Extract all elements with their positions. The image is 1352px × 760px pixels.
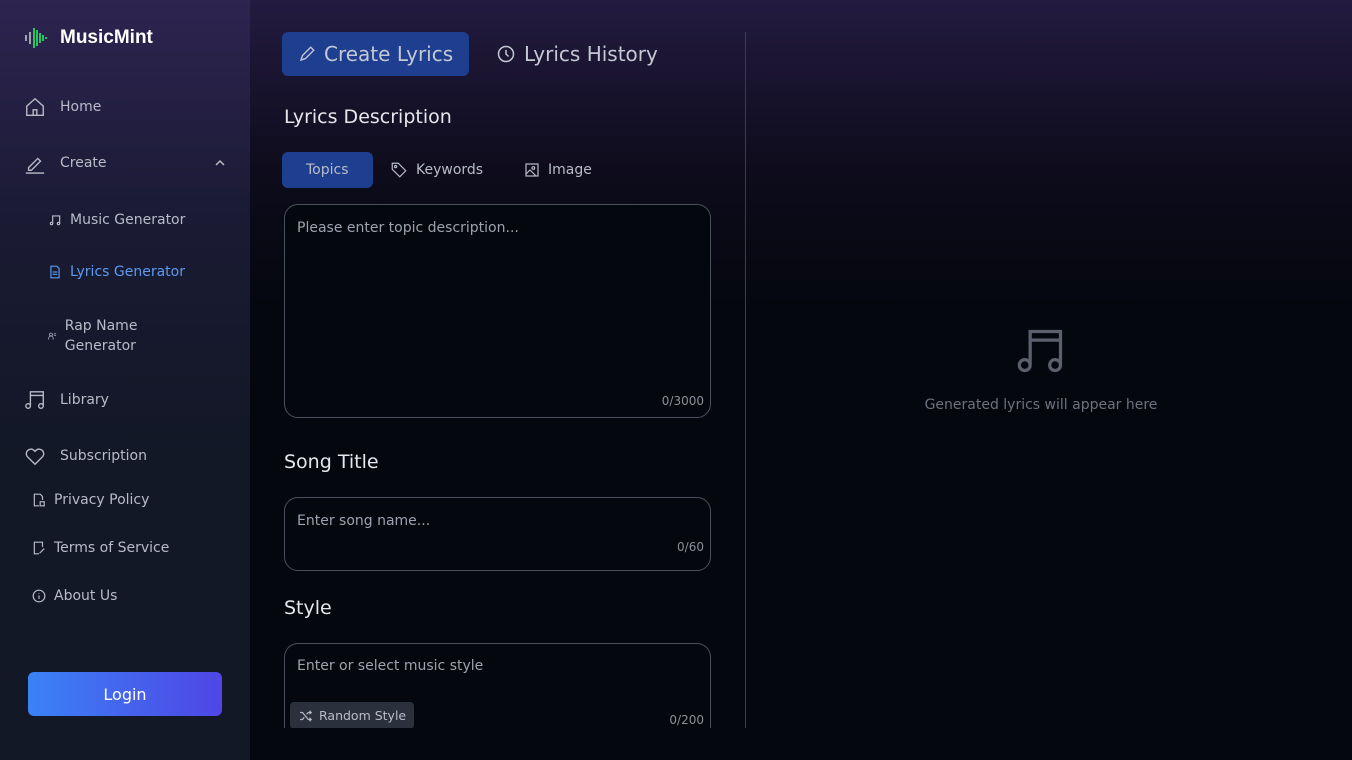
style-char-count: 0/200 bbox=[669, 713, 704, 727]
song-char-count: 0/60 bbox=[677, 540, 704, 554]
sidebar-item-terms-of-service[interactable]: Terms of Service bbox=[32, 540, 169, 556]
song-title-input[interactable]: Enter song name... 0/60 bbox=[284, 497, 711, 571]
empty-output-state: Generated lyrics will appear here bbox=[924, 325, 1158, 413]
sidebar-item-label: Privacy Policy bbox=[54, 492, 150, 508]
music-note-icon bbox=[25, 391, 44, 409]
sidebar-item-label: Rap Name Generator bbox=[64, 318, 138, 354]
subtab-image[interactable]: Image bbox=[512, 152, 604, 188]
song-placeholder: Enter song name... bbox=[297, 513, 431, 529]
music-note-icon bbox=[1017, 329, 1063, 373]
file-edit-icon bbox=[33, 541, 45, 555]
main-content: Create Lyrics Lyrics History Lyrics Desc… bbox=[250, 0, 1352, 760]
topic-description-input[interactable]: Please enter topic description... 0/3000 bbox=[284, 204, 711, 418]
subtab-topics[interactable]: Topics bbox=[282, 152, 373, 188]
sidebar-item-label: Create bbox=[60, 155, 107, 171]
sidebar: MusicMint Home Create Music Generator Ly… bbox=[0, 0, 250, 760]
random-style-label: Random Style bbox=[319, 708, 407, 723]
app-name: MusicMint bbox=[60, 27, 153, 48]
subtab-keywords[interactable]: Keywords bbox=[378, 152, 495, 188]
topic-char-count: 0/3000 bbox=[661, 394, 704, 408]
sidebar-item-label: Home bbox=[60, 99, 102, 115]
song-title-heading: Song Title bbox=[284, 451, 379, 473]
tab-label: Create Lyrics bbox=[324, 42, 454, 66]
sidebar-item-label: About Us bbox=[54, 588, 118, 604]
info-icon bbox=[32, 589, 46, 603]
panel-divider bbox=[745, 32, 746, 728]
subtab-label: Topics bbox=[306, 162, 349, 178]
clock-icon bbox=[497, 45, 515, 63]
user-list-icon bbox=[48, 332, 57, 340]
tab-create-lyrics[interactable]: Create Lyrics bbox=[282, 32, 470, 76]
login-button[interactable]: Login bbox=[28, 672, 222, 716]
waveform-logo-icon bbox=[25, 28, 47, 48]
heart-icon bbox=[25, 448, 45, 466]
sidebar-item-label: Subscription bbox=[60, 448, 147, 464]
sidebar-item-label: Terms of Service bbox=[54, 540, 170, 556]
sidebar-item-library[interactable]: Library bbox=[24, 389, 109, 411]
sidebar-item-subscription[interactable]: Subscription bbox=[24, 445, 147, 467]
tab-lyrics-history[interactable]: Lyrics History bbox=[480, 32, 674, 76]
style-placeholder: Enter or select music style bbox=[297, 658, 484, 674]
document-icon bbox=[50, 265, 60, 279]
sidebar-item-music-generator[interactable]: Music Generator bbox=[48, 212, 185, 228]
sidebar-item-create[interactable]: Create bbox=[24, 152, 226, 174]
chevron-up-icon bbox=[215, 159, 225, 166]
pencil-icon bbox=[25, 157, 45, 174]
sidebar-item-lyrics-generator[interactable]: Lyrics Generator bbox=[48, 264, 185, 280]
tab-label: Lyrics History bbox=[524, 42, 658, 66]
sidebar-item-rap-name-generator[interactable]: Rap Name Generator bbox=[48, 316, 158, 356]
shuffle-icon bbox=[300, 709, 313, 722]
image-icon bbox=[525, 163, 539, 177]
sidebar-item-label: Lyrics Generator bbox=[70, 264, 185, 280]
lyrics-description-heading: Lyrics Description bbox=[284, 106, 452, 128]
subtab-label: Image bbox=[548, 162, 592, 178]
sidebar-item-privacy-policy[interactable]: Privacy Policy bbox=[32, 492, 149, 508]
tag-icon bbox=[391, 162, 407, 178]
empty-output-text: Generated lyrics will appear here bbox=[924, 397, 1158, 413]
sidebar-item-label: Library bbox=[60, 392, 109, 408]
sidebar-item-about-us[interactable]: About Us bbox=[32, 588, 117, 604]
sidebar-item-label: Music Generator bbox=[70, 212, 186, 228]
sidebar-item-home[interactable]: Home bbox=[24, 96, 101, 118]
topic-placeholder: Please enter topic description... bbox=[297, 220, 519, 236]
pencil-icon bbox=[299, 46, 315, 62]
home-icon bbox=[26, 97, 44, 116]
logo[interactable]: MusicMint bbox=[24, 26, 153, 50]
scroll-clip bbox=[250, 728, 750, 760]
style-heading: Style bbox=[284, 597, 332, 619]
random-style-button[interactable]: Random Style bbox=[290, 702, 415, 729]
file-lock-icon bbox=[33, 493, 45, 507]
music-note-icon bbox=[49, 215, 61, 226]
subtab-label: Keywords bbox=[416, 162, 484, 178]
